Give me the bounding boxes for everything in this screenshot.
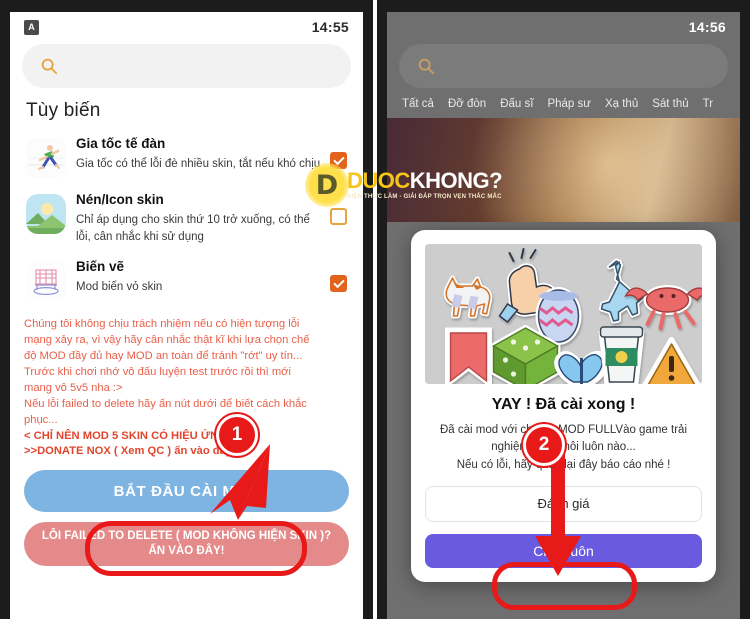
annotation-arrow-1: [210, 444, 270, 520]
list-item-desc: Mod biến vỏ skin: [76, 281, 163, 294]
customization-list: Gia tốc tế đàn Gia tốc có thể lỗi đè nhi…: [10, 128, 363, 307]
list-item-title: Gia tốc tế đàn: [76, 136, 166, 151]
tab-xa-thu[interactable]: Xạ thủ: [598, 94, 645, 114]
checkbox-nen-icon-skin[interactable]: [330, 208, 347, 225]
tab-dau-si[interactable]: Đấu sĩ: [493, 94, 540, 114]
warning-line: mạng xảy ra, vì vậy hãy cân nhắc thật kĩ…: [24, 334, 310, 347]
search-icon: [418, 58, 435, 75]
checkbox-gia-toc-te-dan[interactable]: [330, 152, 347, 169]
list-item-body: Gia tốc tế đàn Gia tốc có thể lỗi đè nhi…: [66, 136, 330, 173]
right-search-bar[interactable]: [399, 44, 728, 88]
annotation-arrow-2: [535, 452, 581, 576]
list-item-desc: Chỉ áp dụng cho skin thứ 10 trở xuống, c…: [76, 213, 310, 243]
list-item-body: Biến vẽ Mod biến vỏ skin: [66, 259, 330, 296]
right-status-bar: 14:56: [387, 12, 740, 42]
tab-do-don[interactable]: Đỡ đòn: [441, 94, 493, 114]
annotation-marker-1: 1: [216, 414, 258, 456]
app-badge-icon: A: [24, 19, 39, 35]
warning-line: mang vô 5v5 nha :>: [24, 381, 123, 394]
list-item[interactable]: Gia tốc tế đàn Gia tốc có thể lỗi đè nhi…: [20, 128, 353, 184]
hero-category-tabs: Tất cả Đỡ đòn Đấu sĩ Pháp sư Xạ thủ Sát …: [387, 88, 740, 118]
image-landscape-icon: [26, 194, 66, 234]
stickers-illustration: [425, 244, 702, 384]
annotation-marker-2: 2: [523, 424, 565, 466]
tab-phap-su[interactable]: Pháp sư: [540, 94, 598, 114]
tab-sat-thu[interactable]: Sát thủ: [645, 94, 695, 114]
list-item[interactable]: Biến vẽ Mod biến vỏ skin: [20, 251, 353, 307]
left-status-time: 14:55: [311, 19, 349, 35]
search-icon: [41, 58, 58, 75]
warning-line: Chúng tôi không chịu trách nhiệm nếu có …: [24, 318, 300, 331]
tab-tro-thu[interactable]: Tr: [696, 94, 720, 114]
left-search-bar[interactable]: [22, 44, 351, 88]
list-item-title: Nén/Icon skin: [76, 192, 164, 207]
warning-line: Trước khi chơi nhớ vô đấu luyện test trư…: [24, 365, 291, 378]
bridge-sketch-icon: [26, 261, 66, 302]
list-item-desc: Gia tốc có thể lỗi đè nhiều skin, tắt nế…: [76, 157, 321, 170]
page-title: Tùy biến: [26, 100, 101, 121]
tab-tat-ca[interactable]: Tất cả: [395, 94, 441, 114]
list-item-title: Biến vẽ: [76, 259, 125, 275]
running-man-icon: [26, 138, 66, 178]
warning-line: Nếu lỗi failed to delete hãy ấn nút dưới…: [24, 397, 307, 410]
right-status-left-spacer: [401, 20, 416, 35]
right-status-time: 14:56: [688, 19, 726, 35]
left-phone-screen: A 14:55 Tùy biến Gia tốc tế đàn Gia tốc …: [10, 12, 363, 619]
warning-line: độ MOD đầy đủ hay MOD an toàn để tránh "…: [24, 350, 303, 363]
warning-line: phục...: [24, 413, 58, 426]
checkbox-bien-ve[interactable]: [330, 275, 347, 293]
list-item[interactable]: Nén/Icon skin Chỉ áp dụng cho skin thứ 1…: [20, 184, 353, 251]
dialog-heading: YAY ! Đã cài xong !: [491, 396, 636, 413]
screenshot-root: A 14:55 Tùy biến Gia tốc tế đàn Gia tốc …: [0, 0, 750, 619]
list-item-body: Nén/Icon skin Chỉ áp dụng cho skin thứ 1…: [66, 192, 330, 245]
hero-banner-image: [387, 118, 740, 222]
left-phone-frame: A 14:55 Tùy biến Gia tốc tế đàn Gia tốc …: [0, 0, 373, 619]
left-status-bar: A 14:55: [10, 12, 363, 42]
